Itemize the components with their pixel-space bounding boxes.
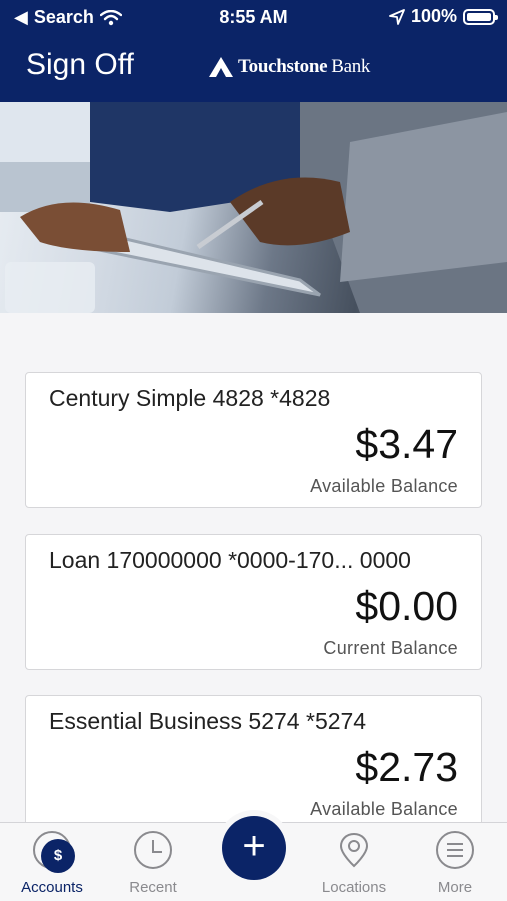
brand-bank: Bank: [331, 56, 371, 77]
balance-label: Available Balance: [310, 476, 458, 496]
tab-recent-label: Recent: [129, 879, 177, 896]
accounts-dollar-icon: $: [33, 831, 75, 873]
battery-icon: [463, 8, 498, 25]
clock-icon: [134, 831, 172, 869]
account-balance: $3.47: [355, 421, 458, 467]
brand-logo: Touchstone Bank: [208, 56, 370, 78]
app-header: Sign Off Touchstone Bank: [0, 34, 507, 102]
tab-accounts[interactable]: $ Accounts: [7, 831, 97, 896]
tab-locations-label: Locations: [321, 879, 387, 896]
battery-percent: 100%: [410, 6, 457, 26]
brand-name: Touchstone: [238, 56, 328, 77]
account-balance: $2.73: [355, 744, 458, 790]
balance-label: Available Balance: [310, 799, 458, 819]
account-name: Essential Business 5274 *5274: [49, 708, 367, 734]
account-card[interactable]: Loan 170000000 *0000-170... 0000 $0.00 C…: [25, 534, 482, 670]
status-right: 100%: [389, 6, 498, 27]
tab-more[interactable]: More: [410, 831, 500, 896]
tab-more-label: More: [437, 879, 473, 896]
location-pin-icon: [339, 832, 369, 868]
touchstone-logo-icon: [209, 57, 233, 77]
account-balance: $0.00: [355, 583, 458, 629]
hero-illustration: [0, 102, 507, 313]
account-card[interactable]: Century Simple 4828 *4828 $3.47 Availabl…: [25, 372, 482, 508]
status-bar: ◀ Search 8:55 AM 100%: [0, 0, 507, 34]
hero-image: [0, 102, 507, 313]
account-card[interactable]: Essential Business 5274 *5274 $2.73 Avai…: [25, 695, 482, 831]
account-name: Century Simple 4828 *4828: [49, 385, 331, 411]
sign-off-button[interactable]: Sign Off: [26, 48, 134, 82]
add-button[interactable]: +: [222, 816, 286, 880]
account-name: Loan 170000000 *0000-170... 0000: [49, 547, 411, 573]
location-arrow-icon: [389, 8, 405, 25]
balance-label: Current Balance: [323, 638, 458, 658]
tab-locations[interactable]: Locations: [309, 831, 399, 896]
menu-icon: [436, 831, 474, 869]
tab-recent[interactable]: Recent: [108, 831, 198, 896]
tab-accounts-label: Accounts: [21, 879, 83, 896]
